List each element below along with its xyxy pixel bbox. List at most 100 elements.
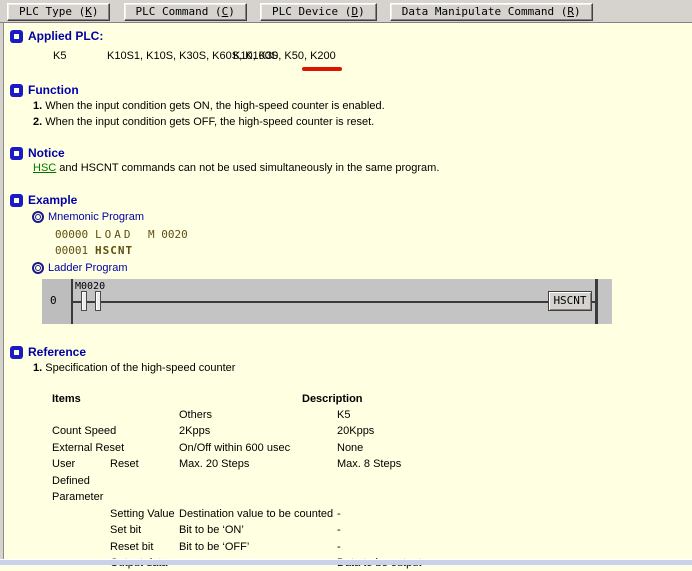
table-cell: - [337,539,680,555]
table-cell: Others [179,407,337,423]
table-cell [52,522,110,538]
table-cell: Max. 20 Steps [179,456,337,472]
table-cell [337,489,680,505]
section-bullet-icon [10,147,23,160]
table-cell: User [52,456,110,472]
item-text: When the input condition gets ON, the hi… [45,100,384,112]
table-cell [337,473,680,489]
function-item-1: 1. When the input condition gets ON, the… [33,100,385,112]
item-text: When the input condition gets OFF, the h… [45,116,374,128]
applied-plc-title: Applied PLC: [28,29,103,43]
help-window: PLC Type (K) PLC Command (C) PLC Device … [0,0,692,571]
button-label: ) [228,5,235,18]
table-cell [52,539,110,555]
table-cell: Bit to be ‘ON’ [179,522,337,538]
plc-device-button[interactable]: PLC Device (D) [260,3,377,21]
table-cell: 2Kpps [179,423,337,439]
column-header-description: Description [302,393,363,405]
table-cell: Set bit [110,522,179,538]
plc-list: K10, K30, K50, [233,50,310,62]
table-cell: None [337,440,680,456]
table-cell: Max. 8 Steps [337,456,680,472]
plc-k200-highlighted: K200 [310,50,336,62]
table-cell [110,473,179,489]
table-cell [52,506,110,522]
table-cell: Parameter [52,489,110,505]
table-cell: Bit to be ‘OFF’ [179,539,337,555]
table-cell: Count Speed [52,423,110,439]
button-label: Data Manipulate Command ( [402,5,568,18]
double-circle-icon [32,211,44,223]
table-cell: Destination value to be counted [179,506,337,522]
section-bullet-icon [10,346,23,359]
button-label: PLC Command ( [136,5,222,18]
button-label: PLC Device ( [272,5,351,18]
right-power-rail [595,279,598,324]
rung-line [73,301,595,303]
plc-command-button[interactable]: PLC Command (C) [124,3,247,21]
section-bullet-icon [10,84,23,97]
red-underline-mark [302,67,342,71]
table-cell: On/Off within 600 usec [179,440,337,456]
access-key: R [567,5,574,18]
notice-body: and HSCNT commands can not be used simul… [56,162,439,174]
function-item-2: 2. When the input condition gets OFF, th… [33,116,374,128]
table-cell [179,473,337,489]
hsc-link[interactable]: HSC [33,162,56,174]
plc-type-button[interactable]: PLC Type (K) [7,3,110,21]
table-cell: - [337,506,680,522]
data-manipulate-command-button[interactable]: Data Manipulate Command (R) [390,3,593,21]
notice-title: Notice [28,146,65,160]
mnemonic-step: 00000 [55,228,88,241]
column-header-items: Items [52,393,81,405]
table-cell [110,423,179,439]
bottom-pane-strip [0,559,692,565]
mnemonic-op: LOAD [95,228,134,241]
mnemonic-step: 00001 [55,244,88,257]
mnemonic-program-title: Mnemonic Program [48,211,144,223]
reference-title: Reference [28,345,86,359]
applied-plc-group1: K5 [53,50,66,62]
button-label: ) [574,5,581,18]
table-cell: Reset bit [110,539,179,555]
contact-symbol [81,291,87,311]
mnemonic-op: HSCNT [95,244,133,257]
table-cell [110,440,179,456]
table-cell: K5 [337,407,680,423]
section-bullet-icon [10,194,23,207]
item-number: 1. [33,362,42,374]
table-cell: External Reset [52,440,110,456]
item-number: 2. [33,116,42,128]
left-pane-edge-shadow [3,23,4,565]
output-instruction-box: HSCNT [548,291,592,311]
table-cell [110,407,179,423]
help-content: Applied PLC: K5 K10S1, K10S, K30S, K60S,… [0,23,692,565]
section-bullet-icon [10,30,23,43]
notice-text: HSC and HSCNT commands can not be used s… [33,162,439,174]
table-cell [179,489,337,505]
double-circle-icon [32,262,44,274]
table-cell: Reset [110,456,179,472]
table-cell: Setting Value [110,506,179,522]
function-title: Function [28,83,79,97]
ladder-diagram: 0 M0020 HSCNT [42,279,612,324]
access-key: K [85,5,92,18]
example-title: Example [28,193,77,207]
item-text: Specification of the high-speed counter [45,362,235,374]
item-number: 1. [33,100,42,112]
table-cell: Defined [52,473,110,489]
table-cell: - [337,522,680,538]
mnemonic-operand: M 0020 [148,228,188,241]
rung-number: 0 [50,294,57,307]
button-label: ) [358,5,365,18]
table-cell: 20Kpps [337,423,680,439]
applied-plc-group3: K10, K30, K50, K200 [233,50,336,62]
contact-symbol [95,291,101,311]
table-cell [110,489,179,505]
button-label: PLC Type ( [19,5,85,18]
reference-item: 1. Specification of the high-speed count… [33,362,235,374]
table-cell [52,407,110,423]
table-rows: OthersK5 Count Speed 2Kpps20Kpps External… [52,407,680,571]
ladder-program-title: Ladder Program [48,262,128,274]
button-label: ) [92,5,99,18]
